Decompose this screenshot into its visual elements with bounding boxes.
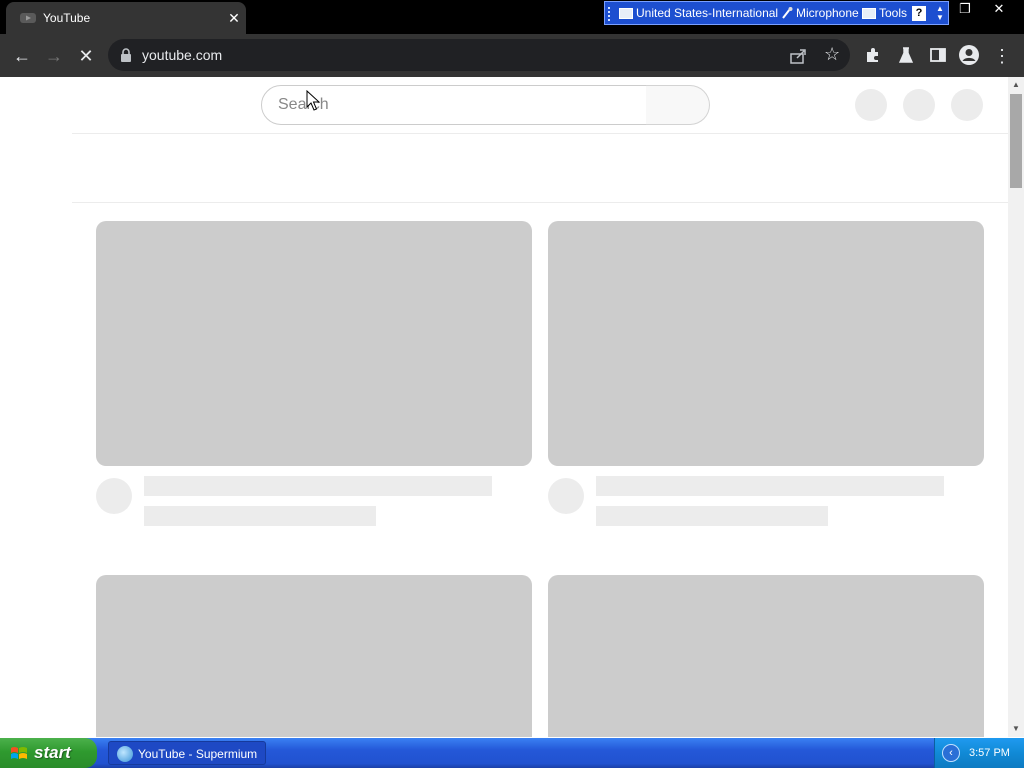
address-bar[interactable]: youtube.com ☆ — [108, 39, 850, 71]
scroll-down-arrow-icon[interactable]: ▼ — [1008, 721, 1024, 737]
start-label: start — [34, 743, 71, 762]
tools-icon — [862, 7, 876, 19]
forward-icon[interactable]: → — [40, 42, 68, 70]
microphone-button[interactable]: Microphone — [781, 6, 859, 20]
extensions-puzzle-icon[interactable] — [864, 46, 882, 64]
tab-close-icon[interactable]: ✕ — [224, 8, 244, 28]
video-thumbnail-placeholder[interactable] — [96, 575, 532, 737]
language-bar: United States-International Microphone T… — [604, 1, 949, 25]
supermium-browser-icon — [117, 746, 133, 762]
tools-button[interactable]: Tools — [862, 6, 907, 20]
scroll-up-arrow-icon[interactable]: ▲ — [1008, 77, 1024, 93]
header-placeholder-circle — [951, 89, 983, 121]
browser-toolbar: ← → ✕ youtube.com ☆ ⋮ — [0, 34, 1024, 77]
labs-flask-icon[interactable] — [897, 46, 915, 64]
taskbar-item-label: YouTube - Supermium — [138, 747, 258, 761]
windows-taskbar: start YouTube - Supermium ‹ 3:57 PM — [0, 738, 1024, 768]
video-meta-placeholder — [144, 506, 376, 526]
video-thumbnail-placeholder[interactable] — [96, 221, 532, 466]
tools-label: Tools — [879, 6, 908, 20]
channel-avatar-placeholder — [548, 478, 584, 514]
header-divider — [72, 133, 1008, 134]
url-text: youtube.com — [142, 47, 223, 63]
chips-divider — [72, 202, 1008, 203]
clock[interactable]: 3:57 PM — [969, 747, 1010, 759]
language-bar-grip[interactable] — [608, 7, 611, 21]
header-placeholder-circle — [903, 89, 935, 121]
tray-expand-icon[interactable]: ‹ — [942, 744, 960, 762]
microphone-label: Microphone — [796, 6, 859, 20]
tab-youtube[interactable]: YouTube ✕ — [6, 2, 246, 34]
keyboard-icon — [619, 7, 633, 19]
youtube-favicon-icon — [20, 13, 36, 23]
window-controls: ❐ ✕ — [950, 0, 1024, 20]
share-icon[interactable] — [788, 46, 808, 66]
language-label: United States-International — [636, 6, 779, 20]
mouse-cursor-icon — [306, 90, 320, 111]
scrollbar-thumb[interactable] — [1010, 94, 1022, 188]
windows-flag-icon — [11, 747, 27, 759]
video-title-placeholder — [596, 476, 944, 496]
taskbar-item-supermium[interactable]: YouTube - Supermium — [108, 741, 266, 765]
language-selector[interactable]: United States-International — [619, 6, 778, 20]
help-icon[interactable]: ? — [912, 6, 926, 21]
tab-title: YouTube — [43, 11, 91, 25]
restore-window-icon[interactable]: ❐ — [950, 0, 980, 18]
start-button[interactable]: start — [0, 738, 97, 768]
close-window-icon[interactable]: ✕ — [984, 0, 1014, 18]
browser-tab-strip: YouTube ✕ United States-International Mi… — [0, 0, 1024, 34]
microphone-icon — [782, 7, 793, 19]
video-meta-placeholder — [596, 506, 828, 526]
video-thumbnail-placeholder[interactable] — [548, 221, 984, 466]
youtube-page: Search — [0, 77, 1008, 737]
desktop-screen: YouTube ✕ United States-International Mi… — [0, 0, 1024, 768]
browser-menu-icon[interactable]: ⋮ — [988, 42, 1016, 70]
back-icon[interactable]: ← — [8, 42, 36, 70]
lock-icon[interactable] — [120, 48, 132, 62]
search-button[interactable] — [646, 85, 710, 125]
profile-avatar-icon[interactable] — [958, 44, 980, 66]
language-bar-options-icon[interactable]: ▲ ▼ — [934, 4, 946, 22]
search-placeholder: Search — [278, 96, 329, 113]
video-thumbnail-placeholder[interactable] — [548, 575, 984, 737]
page-scrollbar[interactable]: ▲ ▼ — [1008, 77, 1024, 737]
system-tray: ‹ 3:57 PM — [934, 738, 1024, 768]
channel-avatar-placeholder — [96, 478, 132, 514]
side-panel-icon[interactable] — [929, 46, 947, 64]
header-placeholder-circle — [855, 89, 887, 121]
bookmark-star-icon[interactable]: ☆ — [824, 44, 840, 65]
stop-loading-icon[interactable]: ✕ — [72, 42, 100, 70]
video-title-placeholder — [144, 476, 492, 496]
